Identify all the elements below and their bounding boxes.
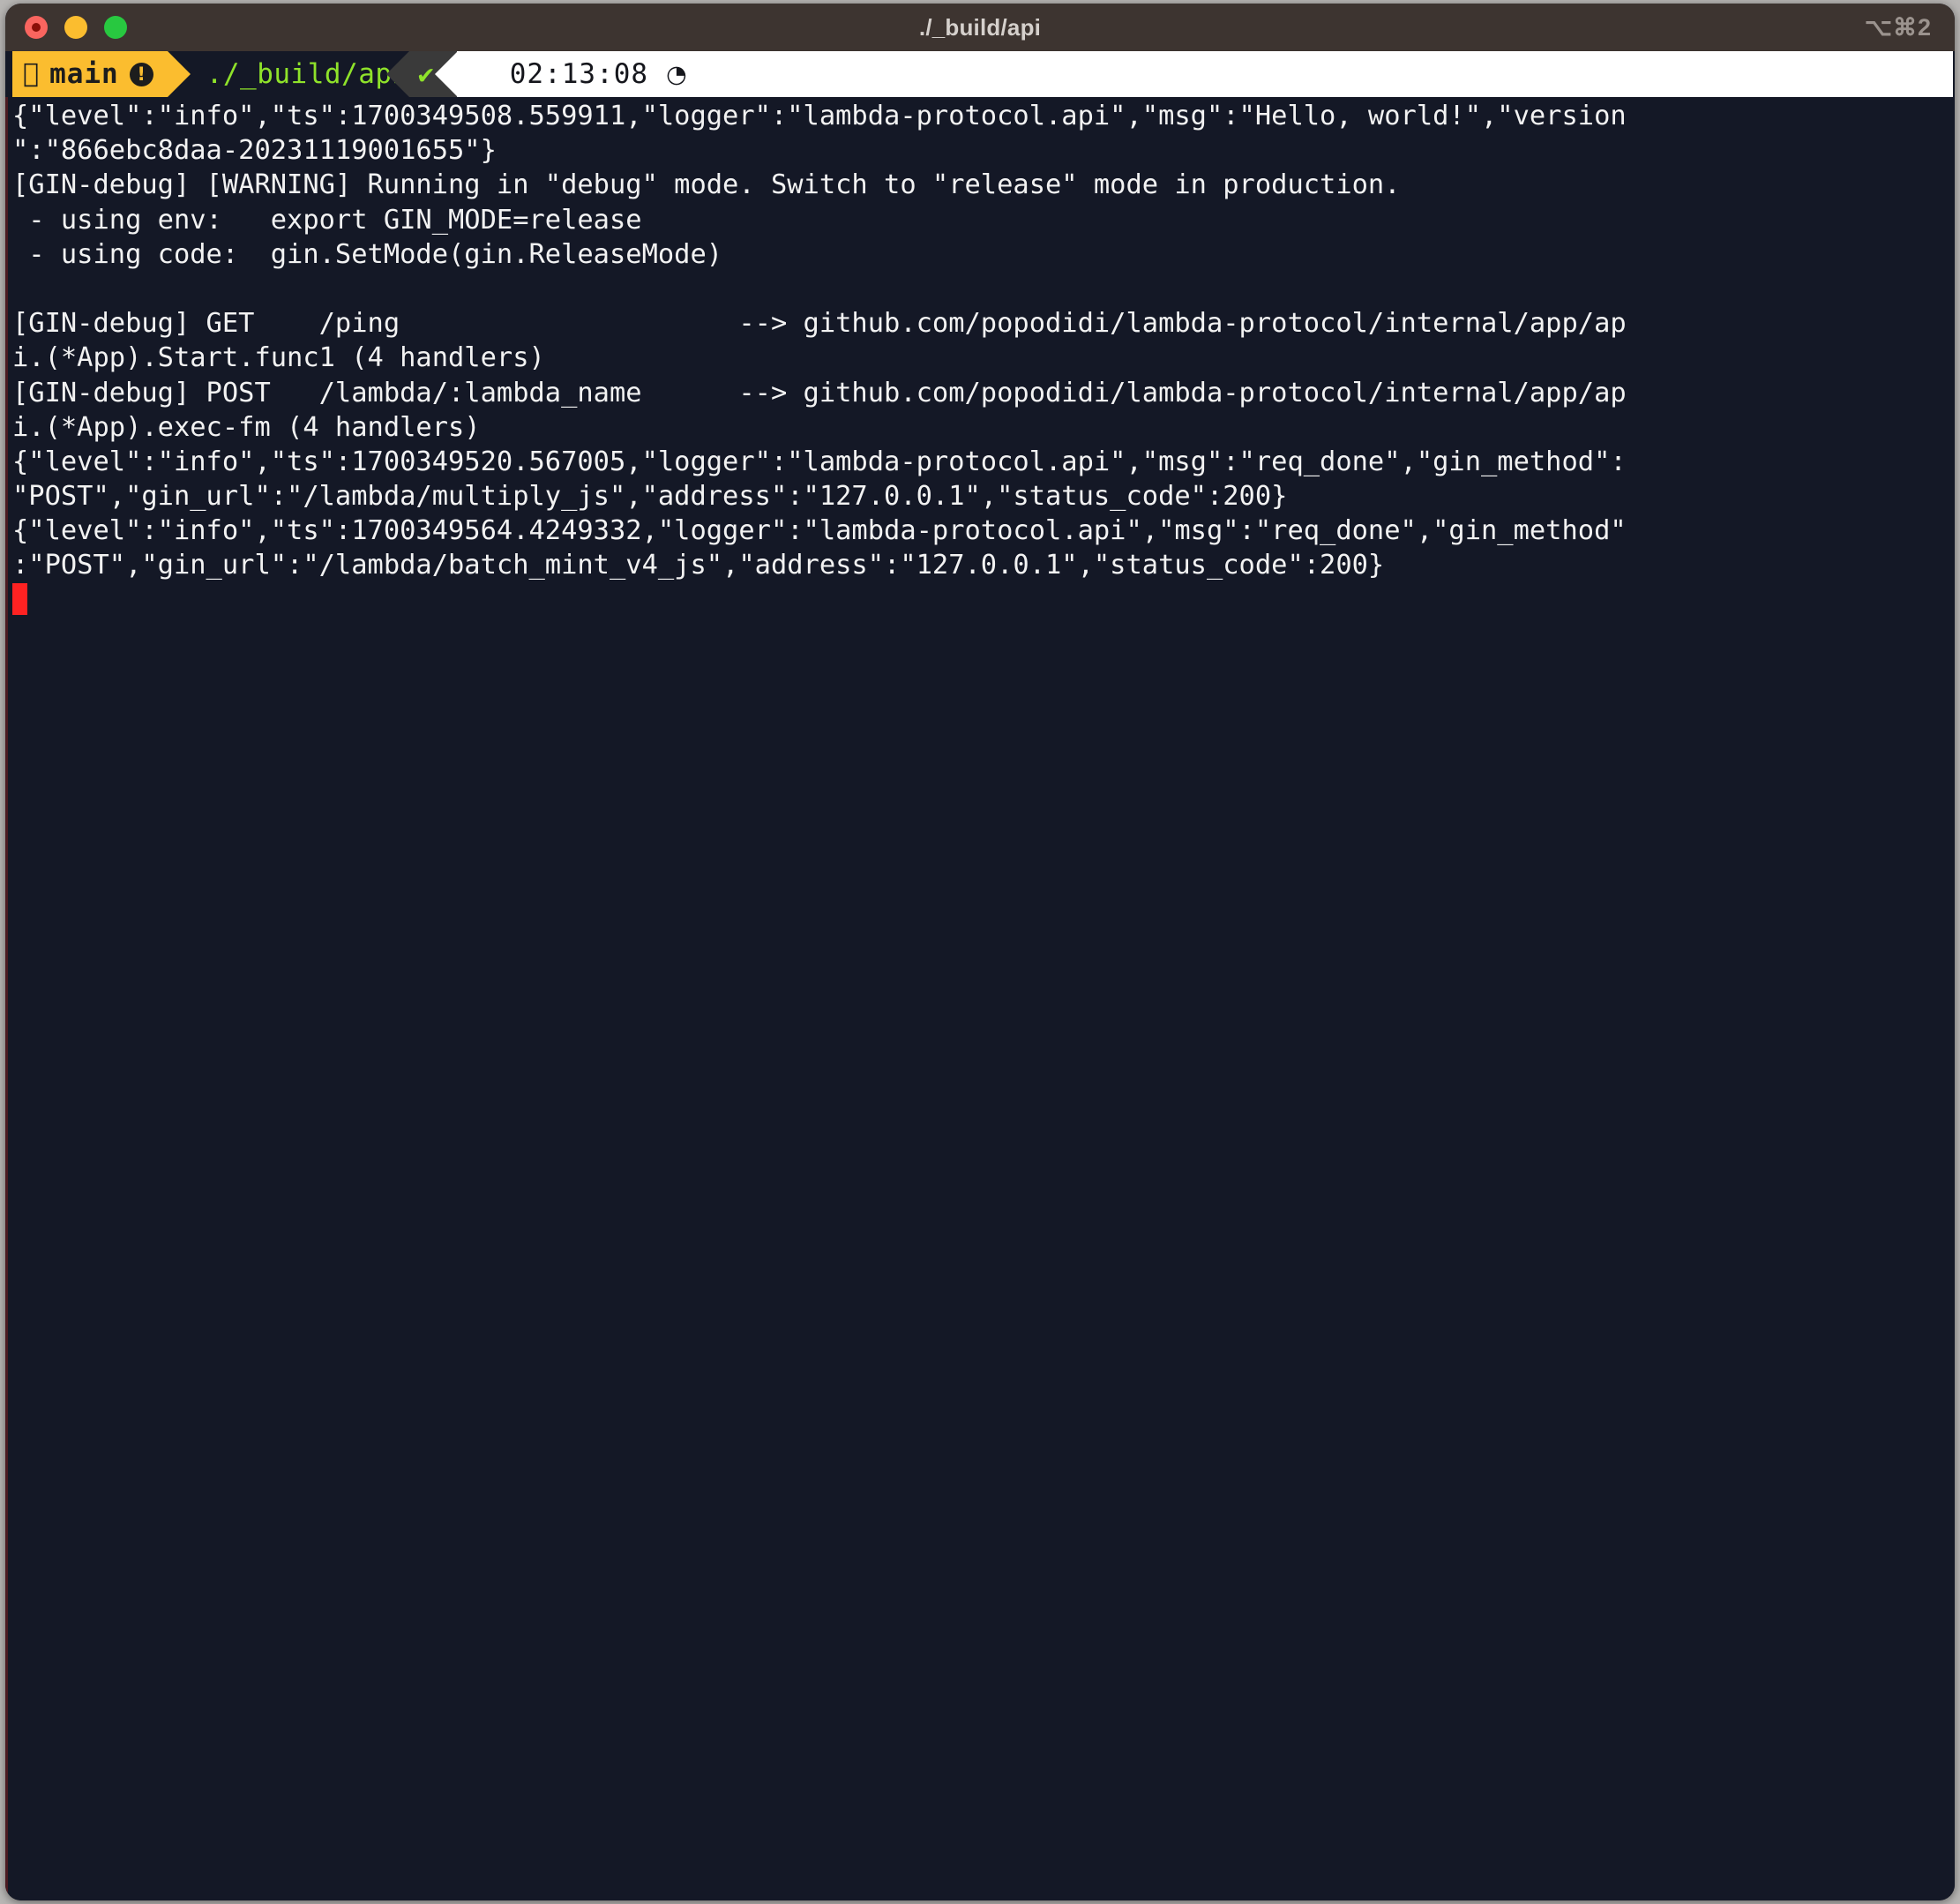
window-titlebar: ./_build/api ⌥⌘2 xyxy=(5,4,1955,51)
shell-prompt-bar:  main ! ./_build/api ✔ 02:13:08 ◔ xyxy=(5,51,1955,97)
git-dirty-icon: ! xyxy=(129,62,153,86)
terminal-line: [GIN-debug] [WARNING] Running in "debug"… xyxy=(12,169,1401,201)
zoom-button[interactable] xyxy=(104,16,127,39)
git-branch-icon:  xyxy=(23,61,39,87)
terminal-line: - using code: gin.SetMode(gin.ReleaseMod… xyxy=(12,238,723,270)
clock-icon: ◔ xyxy=(650,60,687,88)
git-branch-name: main xyxy=(34,58,118,90)
prompt-command-text: ./_build/api xyxy=(190,58,408,90)
terminal-output-area[interactable]: {"level":"info","ts":1700349508.559911,"… xyxy=(5,97,1955,1900)
terminal-line: {"level":"info","ts":1700349564.4249332,… xyxy=(12,515,1627,547)
terminal-line: :"POST","gin_url":"/lambda/batch_mint_v4… xyxy=(12,550,1385,581)
text-cursor xyxy=(12,582,27,615)
terminal-line: i.(*App).exec-fm (4 handlers) xyxy=(12,411,481,443)
terminal-line: {"level":"info","ts":1700349508.559911,"… xyxy=(12,101,1627,131)
traffic-light-group xyxy=(5,16,127,39)
tab-shortcut-label: ⌥⌘2 xyxy=(1864,13,1932,41)
terminal-line: "POST","gin_url":"/lambda/multiply_js","… xyxy=(12,481,1288,513)
terminal-left-edge xyxy=(5,97,8,1900)
terminal-window: ./_build/api ⌥⌘2  main ! ./_build/api ✔… xyxy=(5,4,1955,1900)
check-icon: ✔ xyxy=(418,59,434,90)
git-branch-segment[interactable]:  main ! xyxy=(12,51,191,97)
terminal-cursor-line xyxy=(12,582,1955,618)
terminal-line: [GIN-debug] POST /lambda/:lambda_name --… xyxy=(12,377,1627,409)
terminal-line: [GIN-debug] GET /ping --> github.com/pop… xyxy=(12,308,1627,340)
terminal-line: ":"866ebc8daa-20231119001655"} xyxy=(12,135,497,167)
terminal-line: - using env: export GIN_MODE=release xyxy=(12,204,642,236)
prompt-time-segment: 02:13:08 ◔ xyxy=(434,51,1953,97)
close-button[interactable] xyxy=(25,16,48,39)
elapsed-time-label: 02:13:08 xyxy=(493,58,647,90)
window-title: ./_build/api xyxy=(918,13,1042,41)
terminal-line-list: {"level":"info","ts":1700349508.559911,"… xyxy=(12,99,1955,583)
terminal-line: i.(*App).Start.func1 (4 handlers) xyxy=(12,342,545,374)
terminal-line: {"level":"info","ts":1700349520.567005,"… xyxy=(12,446,1627,477)
minimize-button[interactable] xyxy=(64,16,87,39)
